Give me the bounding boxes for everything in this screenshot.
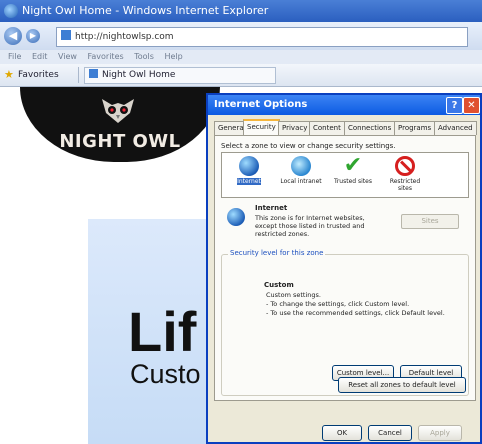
custom-level-title: Custom [264,281,294,289]
security-level-label: Security level for this zone [228,249,326,257]
ok-button[interactable]: OK [322,425,362,441]
zone-list: Internet Local intranet ✔ Trusted sites … [221,152,469,198]
custom-line-2: - To change the settings, click Custom l… [266,300,410,308]
promo-headline: Lif [128,300,197,363]
menu-favorites[interactable]: Favorites [88,52,124,61]
internet-options-dialog: Internet Options ? ✕ General Security Pr… [206,93,482,444]
security-tab-panel: Select a zone to view or change security… [214,135,476,401]
owl-logo-icon [102,99,134,123]
forward-arrow-icon[interactable]: ▶ [26,29,40,43]
favorites-separator [78,67,79,83]
zone-restricted-sites[interactable]: Restricted sites [382,156,428,194]
tab-page-icon [89,69,98,78]
address-url: http://nightowlsp.com [75,32,174,42]
brand-name: NIGHT OWL [59,131,181,152]
globe-icon [239,156,259,176]
dialog-title-bar: Internet Options ? ✕ [208,95,480,115]
reset-zones-button[interactable]: Reset all zones to default level [338,377,466,393]
restricted-icon [395,156,415,176]
custom-line-1: Custom settings. [266,291,321,299]
zone-info-description: This zone is for Internet websites, exce… [255,214,365,238]
intranet-icon [291,156,311,176]
tab-privacy[interactable]: Privacy [278,121,312,135]
sites-button[interactable]: Sites [401,214,459,229]
night-owl-banner: NIGHT OWL [20,87,220,162]
dialog-tabs: General Security Privacy Content Connect… [214,119,477,137]
zone-intranet-label: Local intranet [280,178,322,185]
promo-subheadline: Custo [130,359,201,389]
security-level-group: Security level for this zone Custom Cust… [221,249,469,396]
tab-programs[interactable]: Programs [394,121,436,135]
zone-trusted-sites[interactable]: ✔ Trusted sites [330,153,376,194]
page-icon [61,30,71,40]
help-icon[interactable]: ? [446,97,463,114]
back-arrow-icon[interactable]: ◀ [4,27,22,45]
zone-internet-label: Internet [237,178,261,185]
menu-file[interactable]: File [8,52,21,61]
zone-local-intranet[interactable]: Local intranet [278,156,324,194]
tab-label: Night Owl Home [102,70,176,80]
favorites-bar: ★ Favorites Night Owl Home [0,64,482,87]
menu-help[interactable]: Help [164,52,182,61]
browser-title-bar: Night Owl Home - Windows Internet Explor… [0,0,482,22]
menu-bar: File Edit View Favorites Tools Help [0,50,482,64]
favorites-star-icon[interactable]: ★ [4,64,14,86]
menu-view[interactable]: View [58,52,77,61]
zone-caption: Select a zone to view or change security… [221,142,396,150]
tab-advanced[interactable]: Advanced [434,121,477,135]
favorites-button[interactable]: Favorites [18,64,59,86]
zone-info-title: Internet [255,204,288,212]
ie-logo-icon [4,4,18,18]
dialog-title: Internet Options [214,99,308,110]
zone-trusted-label: Trusted sites [334,178,372,185]
browser-tab[interactable]: Night Owl Home [84,67,276,84]
cancel-button[interactable]: Cancel [368,425,412,441]
tab-connections[interactable]: Connections [344,121,396,135]
address-input[interactable]: http://nightowlsp.com [56,27,468,47]
checkmark-icon: ✔ [343,153,363,178]
internet-zone-globe-icon [227,208,245,226]
custom-line-3: - To use the recommended settings, click… [266,309,445,317]
close-icon[interactable]: ✕ [463,97,480,114]
tab-content[interactable]: Content [309,121,345,135]
menu-tools[interactable]: Tools [134,52,154,61]
zone-restricted-label: Restricted sites [389,178,421,192]
address-bar: ◀ ▶ http://nightowlsp.com [0,22,482,51]
apply-button[interactable]: Apply [418,425,462,441]
browser-title: Night Owl Home - Windows Internet Explor… [22,4,269,17]
zone-internet[interactable]: Internet [226,156,272,194]
menu-edit[interactable]: Edit [32,52,48,61]
